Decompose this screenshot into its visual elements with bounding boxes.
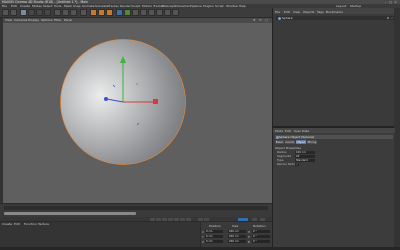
attribute-object-header: Sphere Object [Sphere]	[275, 135, 393, 139]
tab-coord[interactable]: Coord.	[285, 140, 295, 144]
coord-header-rotation: Rotation	[253, 224, 266, 228]
render-perfect-checkbox[interactable]: ✓	[295, 163, 299, 166]
attribute-object-title: Sphere Object [Sphere]	[279, 135, 315, 139]
object-menu-tags[interactable]: Tags	[317, 10, 324, 14]
attr-menu-edit[interactable]: Edit	[285, 129, 291, 133]
attr-menu-mode[interactable]: Mode	[275, 129, 283, 133]
object-manager-menu: File Edit View Objects Tags Bookmarks	[273, 8, 400, 14]
coord-axis-label: X	[202, 230, 204, 234]
deformer-icon[interactable]	[148, 9, 155, 16]
z-axis-arrow-icon[interactable]	[104, 97, 108, 101]
timeline-ruler[interactable]	[4, 206, 268, 210]
coord-header-position: Position	[209, 224, 221, 228]
redo-icon[interactable]	[10, 9, 17, 16]
radius-field[interactable]: 100 cm	[295, 151, 315, 154]
material-manager: Create Edit Function Texture	[0, 221, 200, 250]
live-selection-icon[interactable]	[20, 9, 27, 16]
render-settings-icon[interactable]	[106, 9, 113, 16]
render-view-icon[interactable]	[90, 9, 97, 16]
viewport-rotate-icon[interactable]: ⟲	[259, 19, 262, 22]
size-y-field[interactable]: 200 cm	[228, 235, 246, 238]
array-icon[interactable]	[132, 9, 139, 16]
render-to-picture-viewer-icon[interactable]	[98, 9, 105, 16]
coord-axis-label: Y	[202, 235, 204, 239]
object-menu-file[interactable]: File	[275, 10, 280, 14]
coord-rot-axis-label: P	[248, 235, 250, 239]
coord-rot-axis-label: H	[248, 230, 251, 234]
position-x-field[interactable]: 0 cm	[205, 230, 223, 233]
main-toolbar	[0, 8, 272, 18]
attribute-manager: Mode Edit User Data Sphere Object [Spher…	[272, 126, 395, 250]
object-manager: File Edit View Objects Tags Bookmarks Sp…	[272, 8, 400, 126]
object-menu-edit[interactable]: Edit	[284, 10, 290, 14]
subdivision-surface-icon[interactable]	[124, 9, 131, 16]
object-name[interactable]: Sphere	[282, 16, 293, 20]
camera-icon[interactable]	[164, 9, 171, 16]
attribute-manager-menu: Mode Edit User Data	[273, 128, 395, 133]
visibility-dot-icon[interactable]	[387, 17, 389, 19]
object-menu-objects[interactable]: Objects	[303, 10, 314, 14]
object-row-sphere[interactable]: Sphere ✓	[276, 16, 398, 20]
light-icon[interactable]	[172, 9, 179, 16]
rotation-b-field[interactable]: 0 °	[252, 240, 270, 243]
tab-basic[interactable]: Basic	[275, 140, 284, 144]
x-axis-arrow-icon[interactable]	[153, 99, 158, 104]
position-y-field[interactable]: 0 cm	[205, 235, 223, 238]
sphere-object-icon	[278, 16, 281, 20]
coord-header-size: Size	[232, 224, 239, 228]
cube-object-icon[interactable]	[116, 9, 123, 16]
tab-object[interactable]: Object	[296, 140, 306, 144]
position-z-field[interactable]: 0 cm	[205, 240, 223, 243]
segments-field[interactable]: 24	[295, 155, 315, 158]
y-axis-lock-icon[interactable]	[62, 9, 69, 16]
spline-icon[interactable]	[140, 9, 147, 16]
material-menu-create[interactable]: Create	[2, 222, 12, 226]
move-tool-icon[interactable]	[28, 9, 35, 16]
material-menu-texture[interactable]: Texture	[38, 222, 49, 226]
object-menu-view[interactable]: View	[293, 10, 300, 14]
coordinate-system-icon[interactable]	[80, 9, 87, 16]
z-axis-lock-icon[interactable]	[70, 9, 77, 16]
rotation-p-field[interactable]: 0 °	[252, 235, 270, 238]
rotate-tool-icon[interactable]	[44, 9, 51, 16]
tab-phong[interactable]: Phong	[307, 140, 317, 144]
3d-viewport[interactable]	[3, 23, 272, 203]
attr-menu-user-data[interactable]: User Data	[294, 129, 309, 133]
type-select[interactable]: Standard	[295, 159, 315, 162]
viewport-move-icon[interactable]: ✥	[253, 19, 256, 22]
viewport-canvas[interactable]	[3, 23, 272, 203]
x-axis-lock-icon[interactable]	[54, 9, 61, 16]
coord-axis-label: Z	[202, 240, 204, 244]
object-menu-bookmarks[interactable]: Bookmarks	[326, 10, 343, 14]
rotation-h-field[interactable]: 0 °	[252, 230, 270, 233]
coordinates-manager: Position Size Rotation X 0 cm 200 cm H 0…	[200, 221, 272, 250]
scale-tool-icon[interactable]	[36, 9, 43, 16]
coord-rot-axis-label: B	[248, 240, 250, 244]
undo-icon[interactable]	[2, 9, 9, 16]
timeline-panel	[0, 203, 272, 217]
material-menu-edit[interactable]: Edit	[14, 222, 20, 226]
size-z-field[interactable]: 200 cm	[228, 240, 246, 243]
sphere-object-icon	[275, 135, 279, 139]
timeline-scrubber[interactable]	[4, 212, 136, 215]
floor-icon[interactable]	[156, 9, 163, 16]
size-x-field[interactable]: 200 cm	[228, 230, 246, 233]
material-menu-function[interactable]: Function	[24, 222, 37, 226]
viewport-maximize-icon[interactable]: □	[265, 19, 268, 22]
